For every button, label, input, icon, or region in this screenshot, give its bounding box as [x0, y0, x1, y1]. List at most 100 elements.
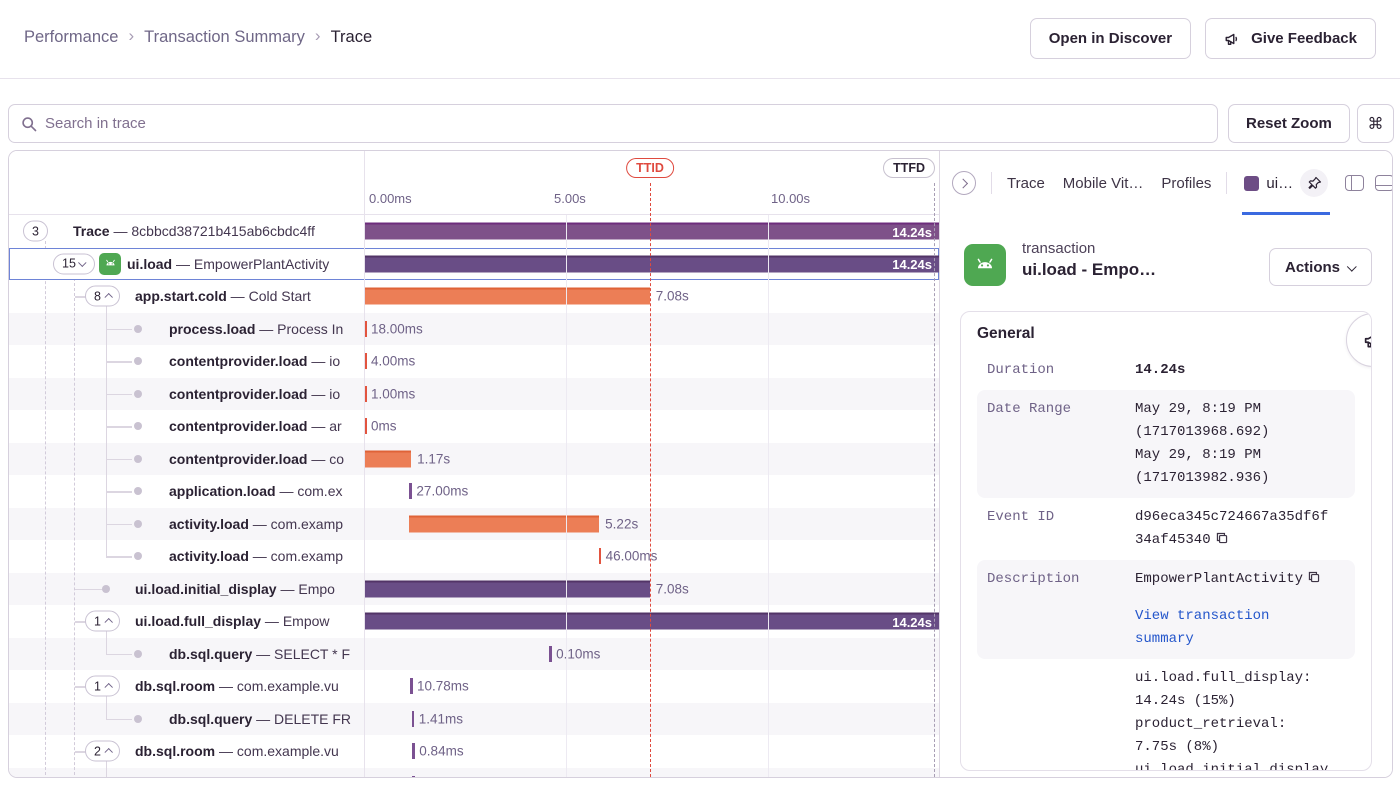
- span-row-text: db.sql.room — com.example.vu: [135, 678, 339, 694]
- span-op: db.sql.query: [169, 776, 252, 777]
- span-duration-bar[interactable]: [364, 288, 650, 305]
- transaction-type-label: transaction: [1022, 240, 1156, 257]
- span-row-label[interactable]: process.load — Process In: [9, 313, 364, 346]
- span-row-text: activity.load — com.examp: [169, 548, 343, 564]
- span-op: contentprovider.load: [169, 451, 307, 467]
- give-feedback-button[interactable]: Give Feedback: [1205, 18, 1376, 59]
- span-expand-pill[interactable]: 1: [85, 676, 120, 697]
- span-row-label[interactable]: db.sql.query — SELECT * F: [9, 638, 364, 671]
- span-row-bar-area[interactable]: 14.24s: [364, 215, 939, 248]
- span-expand-pill[interactable]: 8: [85, 286, 120, 307]
- reset-zoom-button[interactable]: Reset Zoom: [1228, 104, 1350, 143]
- span-row-label[interactable]: 2db.sql.room — com.example.vu: [9, 735, 364, 768]
- trace-row: 15ui.load — EmpowerPlantActivity14.24s: [9, 248, 939, 281]
- span-expand-pill[interactable]: 3: [23, 221, 48, 242]
- open-in-discover-button[interactable]: Open in Discover: [1030, 18, 1191, 59]
- span-description: Empow: [283, 613, 330, 629]
- span-row-bar-area[interactable]: 7.08s: [364, 280, 939, 313]
- span-duration-bar[interactable]: [364, 580, 650, 597]
- span-duration-label: 14.24s: [892, 615, 932, 630]
- span-row-label[interactable]: contentprovider.load — io: [9, 378, 364, 411]
- tab-profiles[interactable]: Profiles: [1161, 175, 1211, 192]
- layout-bottom-panel-icon[interactable]: [1375, 175, 1393, 191]
- span-duration-tick[interactable]: [412, 776, 415, 777]
- trace-row: activity.load — com.examp5.22s: [9, 508, 939, 541]
- ttid-badge[interactable]: TTID: [626, 158, 674, 178]
- span-row-bar-area[interactable]: 0.10ms: [364, 638, 939, 671]
- span-description: ar: [329, 418, 341, 434]
- span-row-bar-area[interactable]: 14.24s: [364, 248, 939, 281]
- span-row-label[interactable]: contentprovider.load — co: [9, 443, 364, 476]
- span-row-bar-area[interactable]: 14.24s: [364, 605, 939, 638]
- span-row-label[interactable]: 15ui.load — EmpowerPlantActivity: [9, 248, 364, 281]
- span-row-label[interactable]: contentprovider.load — io: [9, 345, 364, 378]
- copy-icon[interactable]: [1307, 570, 1321, 584]
- pin-icon[interactable]: [1300, 169, 1328, 197]
- span-duration-tick[interactable]: [412, 743, 415, 759]
- actions-button[interactable]: Actions: [1269, 248, 1372, 286]
- span-color-swatch: [1244, 176, 1259, 191]
- tab-mobile-vit-[interactable]: Mobile Vit…: [1063, 175, 1144, 192]
- span-duration-tick[interactable]: [549, 646, 552, 662]
- span-tree-dot: [134, 422, 142, 430]
- span-row-label[interactable]: activity.load — com.examp: [9, 508, 364, 541]
- span-duration-bar[interactable]: [409, 515, 599, 532]
- span-row-bar-area[interactable]: 4.00ms: [364, 345, 939, 378]
- trace-row: contentprovider.load — io4.00ms: [9, 345, 939, 378]
- ttfd-badge[interactable]: TTFD: [883, 158, 935, 178]
- span-row-bar-area[interactable]: 5.22s: [364, 508, 939, 541]
- expand-panel-icon[interactable]: [952, 171, 976, 195]
- span-duration-tick[interactable]: [412, 711, 415, 727]
- trace-row: application.load — com.ex27.00ms: [9, 475, 939, 508]
- span-duration-tick[interactable]: [410, 678, 413, 694]
- search-input[interactable]: [45, 115, 1205, 132]
- trace-row: activity.load — com.examp 46.00ms: [9, 540, 939, 573]
- span-row-label[interactable]: application.load — com.ex: [9, 475, 364, 508]
- span-row-text: contentprovider.load — co: [169, 451, 344, 467]
- span-row-label[interactable]: db.sql.query — DELETE FR: [9, 703, 364, 736]
- span-row-bar-area[interactable]: 18.00ms: [364, 313, 939, 346]
- span-expand-pill[interactable]: 1: [85, 611, 120, 632]
- tab-ui-load-active[interactable]: ui…: [1242, 151, 1330, 215]
- span-row-label[interactable]: 1 db.sql.room — com.example.vu: [9, 670, 364, 703]
- span-row-bar-area[interactable]: 1.41ms: [364, 703, 939, 736]
- span-row-label[interactable]: 1ui.load.full_display — Empow: [9, 605, 364, 638]
- span-op: process.load: [169, 321, 255, 337]
- span-row-bar-area[interactable]: 0.84ms: [364, 735, 939, 768]
- breadcrumb-item-performance[interactable]: Performance: [24, 28, 118, 47]
- span-row-bar-area[interactable]: 0.70ms: [364, 768, 939, 778]
- span-row-bar-area[interactable]: 1.00ms: [364, 378, 939, 411]
- shortcut-command-button[interactable]: ⌘: [1357, 104, 1394, 143]
- span-row-label[interactable]: ui.load.initial_display — Empo: [9, 573, 364, 606]
- span-op: ui.load.initial_display: [135, 581, 277, 597]
- span-row-bar-area[interactable]: 27.00ms: [364, 475, 939, 508]
- span-row-bar-area[interactable]: 1.17s: [364, 443, 939, 476]
- span-duration-bar[interactable]: 14.24s: [364, 613, 939, 630]
- view-transaction-summary-link[interactable]: View transaction summary: [1135, 605, 1331, 651]
- span-row-bar-area[interactable]: 10.78ms: [364, 670, 939, 703]
- layout-left-panel-icon[interactable]: [1345, 175, 1364, 191]
- span-row-bar-area[interactable]: 0ms: [364, 410, 939, 443]
- span-row-bar-area[interactable]: 7.08s: [364, 573, 939, 606]
- span-row-label[interactable]: 8app.start.cold — Cold Start: [9, 280, 364, 313]
- search-bar[interactable]: [8, 104, 1218, 143]
- span-duration-bar[interactable]: 14.24s: [364, 255, 939, 272]
- span-expand-pill[interactable]: 15: [53, 253, 95, 274]
- span-row-label[interactable]: 3Trace — 8cbbcd38721b415ab6cbdc4ff: [9, 215, 364, 248]
- breadcrumb-item-transaction-summary[interactable]: Transaction Summary: [144, 28, 305, 47]
- copy-icon[interactable]: [1215, 531, 1229, 545]
- tab-trace[interactable]: Trace: [1007, 175, 1045, 192]
- span-duration-tick[interactable]: [409, 483, 412, 499]
- span-row-bar-area[interactable]: 46.00ms: [364, 540, 939, 573]
- span-expand-pill[interactable]: 2: [85, 741, 120, 762]
- span-duration-bar[interactable]: 14.24s: [364, 223, 939, 240]
- span-row-label[interactable]: activity.load — com.examp: [9, 540, 364, 573]
- chevron-down-icon: [1347, 261, 1357, 271]
- span-duration-tick[interactable]: [599, 548, 602, 564]
- span-row-text: contentprovider.load — ar: [169, 418, 342, 434]
- span-row-label[interactable]: contentprovider.load — ar: [9, 410, 364, 443]
- span-duration-bar[interactable]: [364, 450, 411, 467]
- span-description: SELECT * F: [274, 646, 350, 662]
- span-duration-label: 18.00ms: [371, 321, 423, 336]
- span-row-label[interactable]: db.sql.query — INSERT OR: [9, 768, 364, 778]
